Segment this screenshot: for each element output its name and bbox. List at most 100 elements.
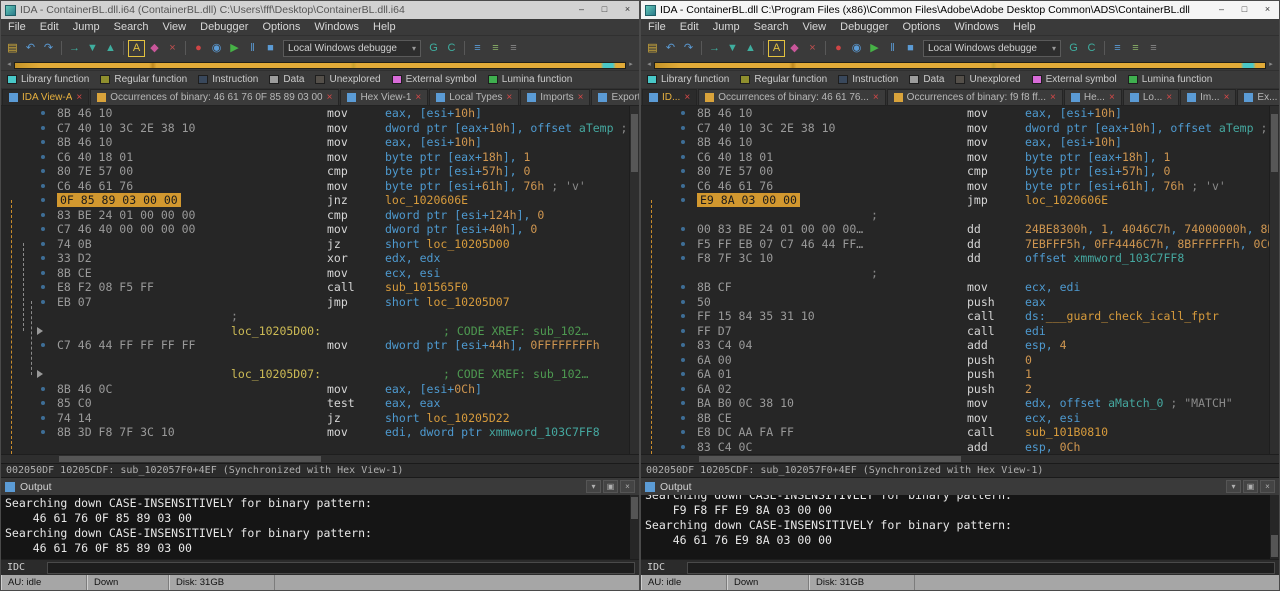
disasm-row[interactable]: 8B 3D F8 7F 3C 10movedi, dword ptr xmmwo… [1,425,629,440]
scrollbar-thumb[interactable] [631,114,638,172]
vertical-scrollbar[interactable] [1269,106,1279,454]
disasm-row[interactable]: ; [641,266,1269,281]
navband-right-arrow[interactable]: ▸ [626,60,636,70]
horizontal-scrollbar[interactable] [641,454,1279,463]
segments-list-icon[interactable]: ≡ [505,40,522,57]
disasm-row[interactable]: 8B CEmovecx, esi [1,266,629,281]
jump-icon[interactable]: → [706,40,723,57]
panel-float-button[interactable]: ▣ [1243,480,1258,493]
disassembly-view[interactable]: 8B 46 10moveax, [esi+10h]C7 40 10 3C 2E … [641,106,1279,454]
open-file-icon[interactable]: ▤ [4,40,21,57]
tab[interactable]: ID...× [642,89,697,105]
disasm-row[interactable]: loc_10205D00:; CODE XREF: sub_102… [1,324,629,339]
pause-icon[interactable]: ‖ [244,40,261,57]
panel-close-button[interactable]: × [620,480,635,493]
disasm-row[interactable]: ; [1,309,629,324]
disasm-row[interactable]: 80 7E 57 00cmpbyte ptr [esi+57h], 0 [641,164,1269,179]
disasm-row[interactable]: FF D7calledi [641,324,1269,339]
menu-search[interactable]: Search [747,21,796,33]
graph-view-icon[interactable]: G [1065,40,1082,57]
disasm-row[interactable]: 00 83 BE 24 01 00 00 00…dd24BE8300h, 1, … [641,222,1269,237]
disasm-row[interactable] [1,353,629,368]
strings-icon[interactable]: A [128,40,145,57]
names-list-icon[interactable]: ≡ [1127,40,1144,57]
disasm-row[interactable]: E8 DC AA FA FFcallsub_101B0810 [641,425,1269,440]
menu-file[interactable]: File [1,21,33,33]
disasm-row[interactable]: E8 F2 08 F5 FFcallsub_101565F0 [1,280,629,295]
navband-left-arrow[interactable]: ◂ [644,60,654,70]
disasm-row[interactable]: 83 C4 04addesp, 4 [641,338,1269,353]
menu-windows[interactable]: Windows [947,21,1006,33]
menu-debugger[interactable]: Debugger [833,21,895,33]
search-up-icon[interactable]: ▲ [102,40,119,57]
navband-right-arrow[interactable]: ▸ [1266,60,1276,70]
disasm-row[interactable]: 8B 46 0Cmoveax, [esi+0Ch] [1,382,629,397]
open-file-icon[interactable]: ▤ [644,40,661,57]
strings-icon[interactable]: A [768,40,785,57]
cli-input[interactable] [47,562,635,574]
patterns-icon[interactable]: ◆ [786,40,803,57]
redo-icon[interactable]: ↷ [40,40,57,57]
scrollbar-thumb[interactable] [1271,535,1278,557]
panel-menu-button[interactable]: ▾ [1226,480,1241,493]
tab-close-icon[interactable]: × [76,93,82,103]
disasm-row[interactable]: 8B 46 10moveax, [esi+10h] [641,106,1269,121]
tab-close-icon[interactable]: × [1109,93,1115,103]
tab-close-icon[interactable]: × [873,93,879,103]
redo-icon[interactable]: ↷ [680,40,697,57]
navband-strip[interactable] [14,62,626,69]
tab[interactable]: He...× [1064,89,1122,105]
menu-edit[interactable]: Edit [33,21,66,33]
run-icon[interactable]: ▶ [226,40,243,57]
navband-left-arrow[interactable]: ◂ [4,60,14,70]
undo-icon[interactable]: ↶ [22,40,39,57]
disasm-row[interactable]: 8B 46 10moveax, [esi+10h] [1,135,629,150]
tab[interactable]: IDA View-A× [2,89,89,105]
panel-float-button[interactable]: ▣ [603,480,618,493]
panel-menu-button[interactable]: ▾ [586,480,601,493]
output-panel-header[interactable]: Output ▾ ▣ × [1,477,639,495]
disasm-row[interactable]: EB 07jmpshort loc_10205D07 [1,295,629,310]
menu-windows[interactable]: Windows [307,21,366,33]
close-button[interactable]: × [616,1,639,19]
tab[interactable]: Ex...× [1237,89,1279,105]
output-panel-header[interactable]: Output ▾ ▣ × [641,477,1279,495]
undo-icon[interactable]: ↶ [662,40,679,57]
trace-icon[interactable]: ◉ [848,40,865,57]
scrollbar-thumb[interactable] [1271,114,1278,172]
tab[interactable]: Local Types× [429,89,519,105]
debugger-selector[interactable]: Local Windows debugge▾ [923,40,1061,57]
tab-close-icon[interactable]: × [506,93,512,103]
pause-icon[interactable]: ‖ [884,40,901,57]
disasm-row[interactable]: 74 0Bjzshort loc_10205D00 [1,237,629,252]
disasm-row[interactable]: C7 40 10 3C 2E 38 10movdword ptr [eax+10… [1,121,629,136]
disasm-row[interactable]: C6 40 18 01movbyte ptr [eax+18h], 1 [1,150,629,165]
disassembly-view[interactable]: 8B 46 10moveax, [esi+10h]C7 40 10 3C 2E … [1,106,639,454]
disasm-row[interactable]: C7 46 40 00 00 00 00movdword ptr [esi+40… [1,222,629,237]
search-down-icon[interactable]: ▼ [724,40,741,57]
disasm-row[interactable]: 6A 02push2 [641,382,1269,397]
menu-help[interactable]: Help [1006,21,1043,33]
disasm-row[interactable]: C6 40 18 01movbyte ptr [eax+18h], 1 [641,150,1269,165]
output-window[interactable]: Searching down CASE-INSENSITIVELY for bi… [1,495,639,559]
calls-view-icon[interactable]: C [443,40,460,57]
disasm-row[interactable]: 80 7E 57 00cmpbyte ptr [esi+57h], 0 [1,164,629,179]
minimize-button[interactable]: – [1210,1,1233,19]
tab-close-icon[interactable]: × [415,93,421,103]
disasm-row[interactable]: 74 14jzshort loc_10205D22 [1,411,629,426]
cli-language-selector[interactable]: IDC [641,562,687,573]
segments-list-icon[interactable]: ≡ [1145,40,1162,57]
debugger-selector[interactable]: Local Windows debugge▾ [283,40,421,57]
scrollbar-thumb[interactable] [631,497,638,519]
disasm-row[interactable]: 83 BE 24 01 00 00 00cmpdword ptr [esi+12… [1,208,629,223]
output-scrollbar[interactable] [630,495,639,559]
disasm-row[interactable]: 33 D2xoredx, edx [1,251,629,266]
disasm-row[interactable]: 6A 01push1 [641,367,1269,382]
search-down-icon[interactable]: ▼ [84,40,101,57]
minimize-button[interactable]: – [570,1,593,19]
horizontal-scrollbar[interactable] [1,454,639,463]
maximize-button[interactable]: □ [593,1,616,19]
disasm-row[interactable]: C7 40 10 3C 2E 38 10movdword ptr [eax+10… [641,121,1269,136]
cancel-icon[interactable]: × [164,40,181,57]
tab-close-icon[interactable]: × [1050,93,1056,103]
